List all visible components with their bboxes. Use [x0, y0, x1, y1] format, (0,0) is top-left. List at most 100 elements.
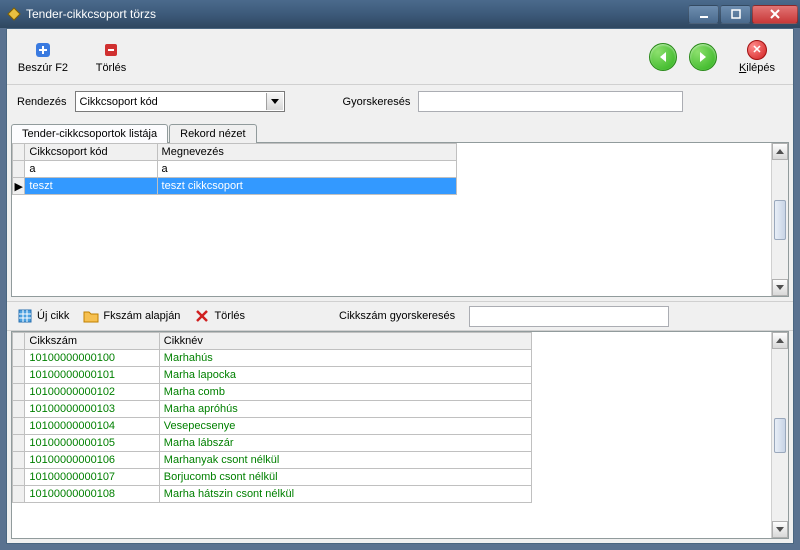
- minimize-button[interactable]: [688, 5, 719, 24]
- item-grid-panel: Cikkszám Cikknév 10100000000100Marhahús1…: [11, 331, 789, 539]
- item-delete-label: Törlés: [214, 310, 245, 322]
- row-indicator-header: [13, 333, 25, 350]
- cell-item-code[interactable]: 10100000000108: [25, 486, 159, 503]
- exit-button[interactable]: ✕ Kilépés: [729, 40, 785, 74]
- scroll-down-icon[interactable]: [772, 279, 788, 296]
- chevron-down-icon: [266, 93, 283, 110]
- table-row[interactable]: ▶tesztteszt cikkcsoport: [13, 178, 457, 195]
- scroll-up-icon[interactable]: [772, 143, 788, 160]
- top-grid-panel: Cikkcsoport kód Megnevezés aa▶tesztteszt…: [11, 142, 789, 297]
- table-row[interactable]: 10100000000106Marhanyak csont nélkül: [13, 452, 532, 469]
- quicksearch-input[interactable]: [418, 91, 683, 112]
- row-indicator: [13, 384, 25, 401]
- scroll-up-icon[interactable]: [772, 332, 788, 349]
- new-item-label: Új cikk: [37, 310, 69, 322]
- arrow-right-icon: [697, 51, 709, 63]
- order-label: Rendezés: [17, 96, 67, 108]
- cell-item-name[interactable]: Marha hátszin csont nélkül: [159, 486, 531, 503]
- row-indicator: [13, 486, 25, 503]
- cell-item-name[interactable]: Vesepecsenye: [159, 418, 531, 435]
- row-indicator: [13, 367, 25, 384]
- tab-strip: Tender-cikkcsoportok listája Rekord néze…: [7, 118, 793, 142]
- row-indicator: [13, 350, 25, 367]
- delete-button[interactable]: Törlés: [83, 40, 139, 74]
- main-toolbar: Beszúr F2 Törlés ✕ Kilépés: [7, 29, 793, 85]
- cell-item-code[interactable]: 10100000000105: [25, 435, 159, 452]
- cell-item-code[interactable]: 10100000000107: [25, 469, 159, 486]
- minus-icon: [101, 40, 121, 60]
- new-item-button[interactable]: Új cikk: [17, 308, 69, 324]
- bottom-scrollbar[interactable]: [771, 332, 788, 538]
- row-indicator: ▶: [13, 178, 25, 195]
- top-scrollbar[interactable]: [771, 143, 788, 296]
- row-indicator: [13, 452, 25, 469]
- close-icon: ✕: [747, 40, 767, 60]
- col-group-name[interactable]: Megnevezés: [157, 144, 456, 161]
- cell-item-name[interactable]: Marha comb: [159, 384, 531, 401]
- delete-label: Törlés: [96, 62, 127, 74]
- cell-item-name[interactable]: Marha apróhús: [159, 401, 531, 418]
- plus-icon: [33, 40, 53, 60]
- item-grid[interactable]: Cikkszám Cikknév 10100000000100Marhahús1…: [12, 332, 771, 538]
- scroll-down-icon[interactable]: [772, 521, 788, 538]
- table-row[interactable]: 10100000000107Borjucomb csont nélkül: [13, 469, 532, 486]
- row-indicator: [13, 161, 25, 178]
- cell-item-name[interactable]: Marhanyak csont nélkül: [159, 452, 531, 469]
- nav-next-button[interactable]: [689, 43, 717, 71]
- table-row[interactable]: 10100000000101Marha lapocka: [13, 367, 532, 384]
- by-fk-button[interactable]: Fkszám alapján: [83, 308, 180, 324]
- table-row[interactable]: 10100000000104Vesepecsenye: [13, 418, 532, 435]
- maximize-button[interactable]: [720, 5, 751, 24]
- cell-group-code[interactable]: a: [25, 161, 157, 178]
- cell-item-code[interactable]: 10100000000102: [25, 384, 159, 401]
- titlebar[interactable]: Tender-cikkcsoport törzs: [0, 0, 800, 28]
- table-row[interactable]: 10100000000100Marhahús: [13, 350, 532, 367]
- row-indicator: [13, 435, 25, 452]
- table-row[interactable]: aa: [13, 161, 457, 178]
- scroll-thumb[interactable]: [774, 200, 786, 240]
- sort-bar: Rendezés Cikkcsoport kód Gyorskeresés: [7, 85, 793, 118]
- arrow-left-icon: [657, 51, 669, 63]
- item-toolbar: Új cikk Fkszám alapján Törlés Cikkszám g…: [7, 301, 793, 331]
- grid-icon: [17, 308, 33, 324]
- table-row[interactable]: 10100000000102Marha comb: [13, 384, 532, 401]
- cell-item-code[interactable]: 10100000000106: [25, 452, 159, 469]
- cell-item-code[interactable]: 10100000000103: [25, 401, 159, 418]
- group-grid[interactable]: Cikkcsoport kód Megnevezés aa▶tesztteszt…: [12, 143, 771, 296]
- col-item-code[interactable]: Cikkszám: [25, 333, 159, 350]
- tab-record[interactable]: Rekord nézet: [169, 124, 256, 143]
- exit-label: Kilépés: [739, 62, 775, 74]
- scroll-thumb[interactable]: [774, 418, 786, 453]
- folder-icon: [83, 308, 99, 324]
- table-row[interactable]: 10100000000108Marha hátszin csont nélkül: [13, 486, 532, 503]
- cell-item-name[interactable]: Marha lábszár: [159, 435, 531, 452]
- table-row[interactable]: 10100000000105Marha lábszár: [13, 435, 532, 452]
- row-indicator: [13, 469, 25, 486]
- cell-item-name[interactable]: Borjucomb csont nélkül: [159, 469, 531, 486]
- cell-group-name[interactable]: teszt cikkcsoport: [157, 178, 456, 195]
- cell-item-code[interactable]: 10100000000100: [25, 350, 159, 367]
- insert-button[interactable]: Beszúr F2: [15, 40, 71, 74]
- col-item-name[interactable]: Cikknév: [159, 333, 531, 350]
- window-close-button[interactable]: [752, 5, 798, 24]
- cell-group-name[interactable]: a: [157, 161, 456, 178]
- table-row[interactable]: 10100000000103Marha apróhús: [13, 401, 532, 418]
- order-combo[interactable]: Cikkcsoport kód: [75, 91, 285, 112]
- cell-group-code[interactable]: teszt: [25, 178, 157, 195]
- cell-item-name[interactable]: Marhahús: [159, 350, 531, 367]
- x-icon: [194, 308, 210, 324]
- cell-item-name[interactable]: Marha lapocka: [159, 367, 531, 384]
- cell-item-code[interactable]: 10100000000101: [25, 367, 159, 384]
- item-quicksearch-input[interactable]: [469, 306, 669, 327]
- col-group-code[interactable]: Cikkcsoport kód: [25, 144, 157, 161]
- nav-prev-button[interactable]: [649, 43, 677, 71]
- window-frame: Tender-cikkcsoport törzs Beszúr F2 Törlé…: [0, 0, 800, 550]
- row-indicator: [13, 401, 25, 418]
- window-title: Tender-cikkcsoport törzs: [26, 7, 687, 21]
- cell-item-code[interactable]: 10100000000104: [25, 418, 159, 435]
- app-icon: [6, 6, 22, 22]
- by-fk-label: Fkszám alapján: [103, 310, 180, 322]
- tab-list[interactable]: Tender-cikkcsoportok listája: [11, 124, 168, 143]
- item-delete-button[interactable]: Törlés: [194, 308, 245, 324]
- row-indicator-header: [13, 144, 25, 161]
